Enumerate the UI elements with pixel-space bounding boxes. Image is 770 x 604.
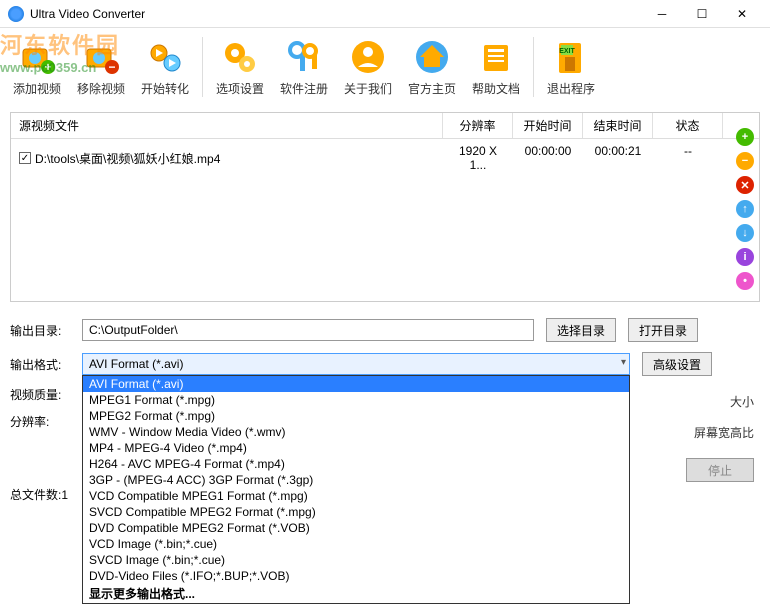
resolution-label: 分辨率:	[10, 413, 70, 430]
options-label: 选项设置	[216, 80, 264, 97]
output-form: 输出目录: 选择目录 打开目录 输出格式: AVI Format (*.avi)…	[0, 308, 770, 430]
header-resolution[interactable]: 分辨率	[443, 113, 513, 138]
dd-item[interactable]: H264 - AVC MPEG-4 Format (*.mp4)	[83, 456, 629, 472]
side-up-button[interactable]: ↑	[736, 200, 754, 218]
table-header: 源视频文件 分辨率 开始时间 结束时间 状态	[11, 113, 759, 139]
dd-item[interactable]: MPEG1 Format (*.mpg)	[83, 392, 629, 408]
side-info-button[interactable]: i	[736, 248, 754, 266]
file-path: D:\tools\桌面\视频\狐妖小红娘.mp4	[35, 150, 220, 167]
cell-end: 00:00:21	[583, 142, 653, 174]
separator	[533, 37, 534, 97]
chevron-down-icon: ▾	[621, 357, 626, 368]
add-video-label: 添加视频	[13, 80, 61, 97]
format-label: 输出格式:	[10, 356, 70, 373]
file-count: 总文件数:1	[10, 486, 68, 569]
separator	[202, 37, 203, 97]
remove-video-button[interactable]: − 移除视频	[70, 33, 132, 101]
advanced-button[interactable]: 高级设置	[642, 352, 712, 376]
cell-file: ✓ D:\tools\桌面\视频\狐妖小红娘.mp4	[11, 142, 443, 174]
person-icon	[348, 37, 388, 77]
svg-text:EXIT: EXIT	[559, 48, 575, 55]
register-button[interactable]: 软件注册	[273, 33, 335, 101]
start-convert-button[interactable]: 开始转化	[134, 33, 196, 101]
open-dir-button[interactable]: 打开目录	[628, 318, 698, 342]
ratio-text: 屏幕宽高比	[694, 424, 754, 441]
quality-label: 视频质量:	[10, 386, 70, 403]
dd-item[interactable]: VCD Image (*.bin;*.cue)	[83, 536, 629, 552]
about-button[interactable]: 关于我们	[337, 33, 399, 101]
window-title: Ultra Video Converter	[30, 7, 642, 21]
choose-dir-button[interactable]: 选择目录	[546, 318, 616, 342]
help-label: 帮助文档	[472, 80, 520, 97]
dd-item[interactable]: SVCD Compatible MPEG2 Format (*.mpg)	[83, 504, 629, 520]
output-dir-label: 输出目录:	[10, 322, 70, 339]
options-button[interactable]: 选项设置	[209, 33, 271, 101]
dd-item[interactable]: DVD-Video Files (*.IFO;*.BUP;*.VOB)	[83, 568, 629, 584]
remove-video-label: 移除视频	[77, 80, 125, 97]
titlebar: Ultra Video Converter ─ ☐ ✕	[0, 0, 770, 28]
main-panel: 源视频文件 分辨率 开始时间 结束时间 状态 ✓ D:\tools\桌面\视频\…	[0, 106, 770, 308]
file-table: 源视频文件 分辨率 开始时间 结束时间 状态 ✓ D:\tools\桌面\视频\…	[10, 112, 760, 302]
add-video-button[interactable]: + 添加视频	[6, 33, 68, 101]
home-icon	[412, 37, 452, 77]
header-end[interactable]: 结束时间	[583, 113, 653, 138]
close-button[interactable]: ✕	[722, 2, 762, 26]
table-row[interactable]: ✓ D:\tools\桌面\视频\狐妖小红娘.mp4 1920 X 1... 0…	[11, 139, 759, 177]
side-add-button[interactable]: +	[736, 128, 754, 146]
app-icon	[8, 6, 24, 22]
side-buttons: + − ✕ ↑ ↓ i •	[736, 128, 754, 290]
minimize-button[interactable]: ─	[642, 2, 682, 26]
row-checkbox[interactable]: ✓	[19, 152, 31, 164]
side-extra-button[interactable]: •	[736, 272, 754, 290]
cell-resolution: 1920 X 1...	[443, 142, 513, 174]
header-file[interactable]: 源视频文件	[11, 113, 443, 138]
exit-label: 退出程序	[547, 80, 595, 97]
play-icon	[145, 37, 185, 77]
output-dir-input[interactable]	[82, 319, 534, 341]
format-select[interactable]: AVI Format (*.avi) ▾ AVI Format (*.avi) …	[82, 353, 630, 375]
svg-text:+: +	[44, 60, 51, 74]
homepage-button[interactable]: 官方主页	[401, 33, 463, 101]
side-minus-button[interactable]: −	[736, 152, 754, 170]
header-start[interactable]: 开始时间	[513, 113, 583, 138]
key-icon	[284, 37, 324, 77]
dd-item-more[interactable]: 显示更多输出格式...	[83, 584, 629, 603]
book-icon	[476, 37, 516, 77]
exit-button[interactable]: EXIT 退出程序	[540, 33, 602, 101]
maximize-button[interactable]: ☐	[682, 2, 722, 26]
dd-item[interactable]: WMV - Window Media Video (*.wmv)	[83, 424, 629, 440]
svg-text:−: −	[108, 60, 115, 74]
dd-item[interactable]: MP4 - MPEG-4 Video (*.mp4)	[83, 440, 629, 456]
start-convert-label: 开始转化	[141, 80, 189, 97]
size-text: 大小	[730, 393, 754, 410]
register-label: 软件注册	[280, 80, 328, 97]
camera-remove-icon: −	[81, 37, 121, 77]
dd-item[interactable]: MPEG2 Format (*.mpg)	[83, 408, 629, 424]
dd-item[interactable]: AVI Format (*.avi)	[83, 376, 629, 392]
help-button[interactable]: 帮助文档	[465, 33, 527, 101]
camera-add-icon: +	[17, 37, 57, 77]
exit-icon: EXIT	[551, 37, 591, 77]
stop-button[interactable]: 停止	[686, 458, 754, 482]
side-delete-button[interactable]: ✕	[736, 176, 754, 194]
dd-item[interactable]: SVCD Image (*.bin;*.cue)	[83, 552, 629, 568]
side-down-button[interactable]: ↓	[736, 224, 754, 242]
dd-item[interactable]: DVD Compatible MPEG2 Format (*.VOB)	[83, 520, 629, 536]
dd-item[interactable]: VCD Compatible MPEG1 Format (*.mpg)	[83, 488, 629, 504]
format-dropdown: AVI Format (*.avi) MPEG1 Format (*.mpg) …	[82, 375, 630, 604]
format-selected: AVI Format (*.avi)	[82, 353, 630, 375]
homepage-label: 官方主页	[408, 80, 456, 97]
dd-item[interactable]: 3GP - (MPEG-4 ACC) 3GP Format (*.3gp)	[83, 472, 629, 488]
about-label: 关于我们	[344, 80, 392, 97]
cell-start: 00:00:00	[513, 142, 583, 174]
header-status[interactable]: 状态	[653, 113, 723, 138]
toolbar: 河东软件园 www.pc0359.cn + 添加视频 − 移除视频 开始转化 选…	[0, 28, 770, 106]
cell-status: --	[653, 142, 723, 174]
gear-icon	[220, 37, 260, 77]
